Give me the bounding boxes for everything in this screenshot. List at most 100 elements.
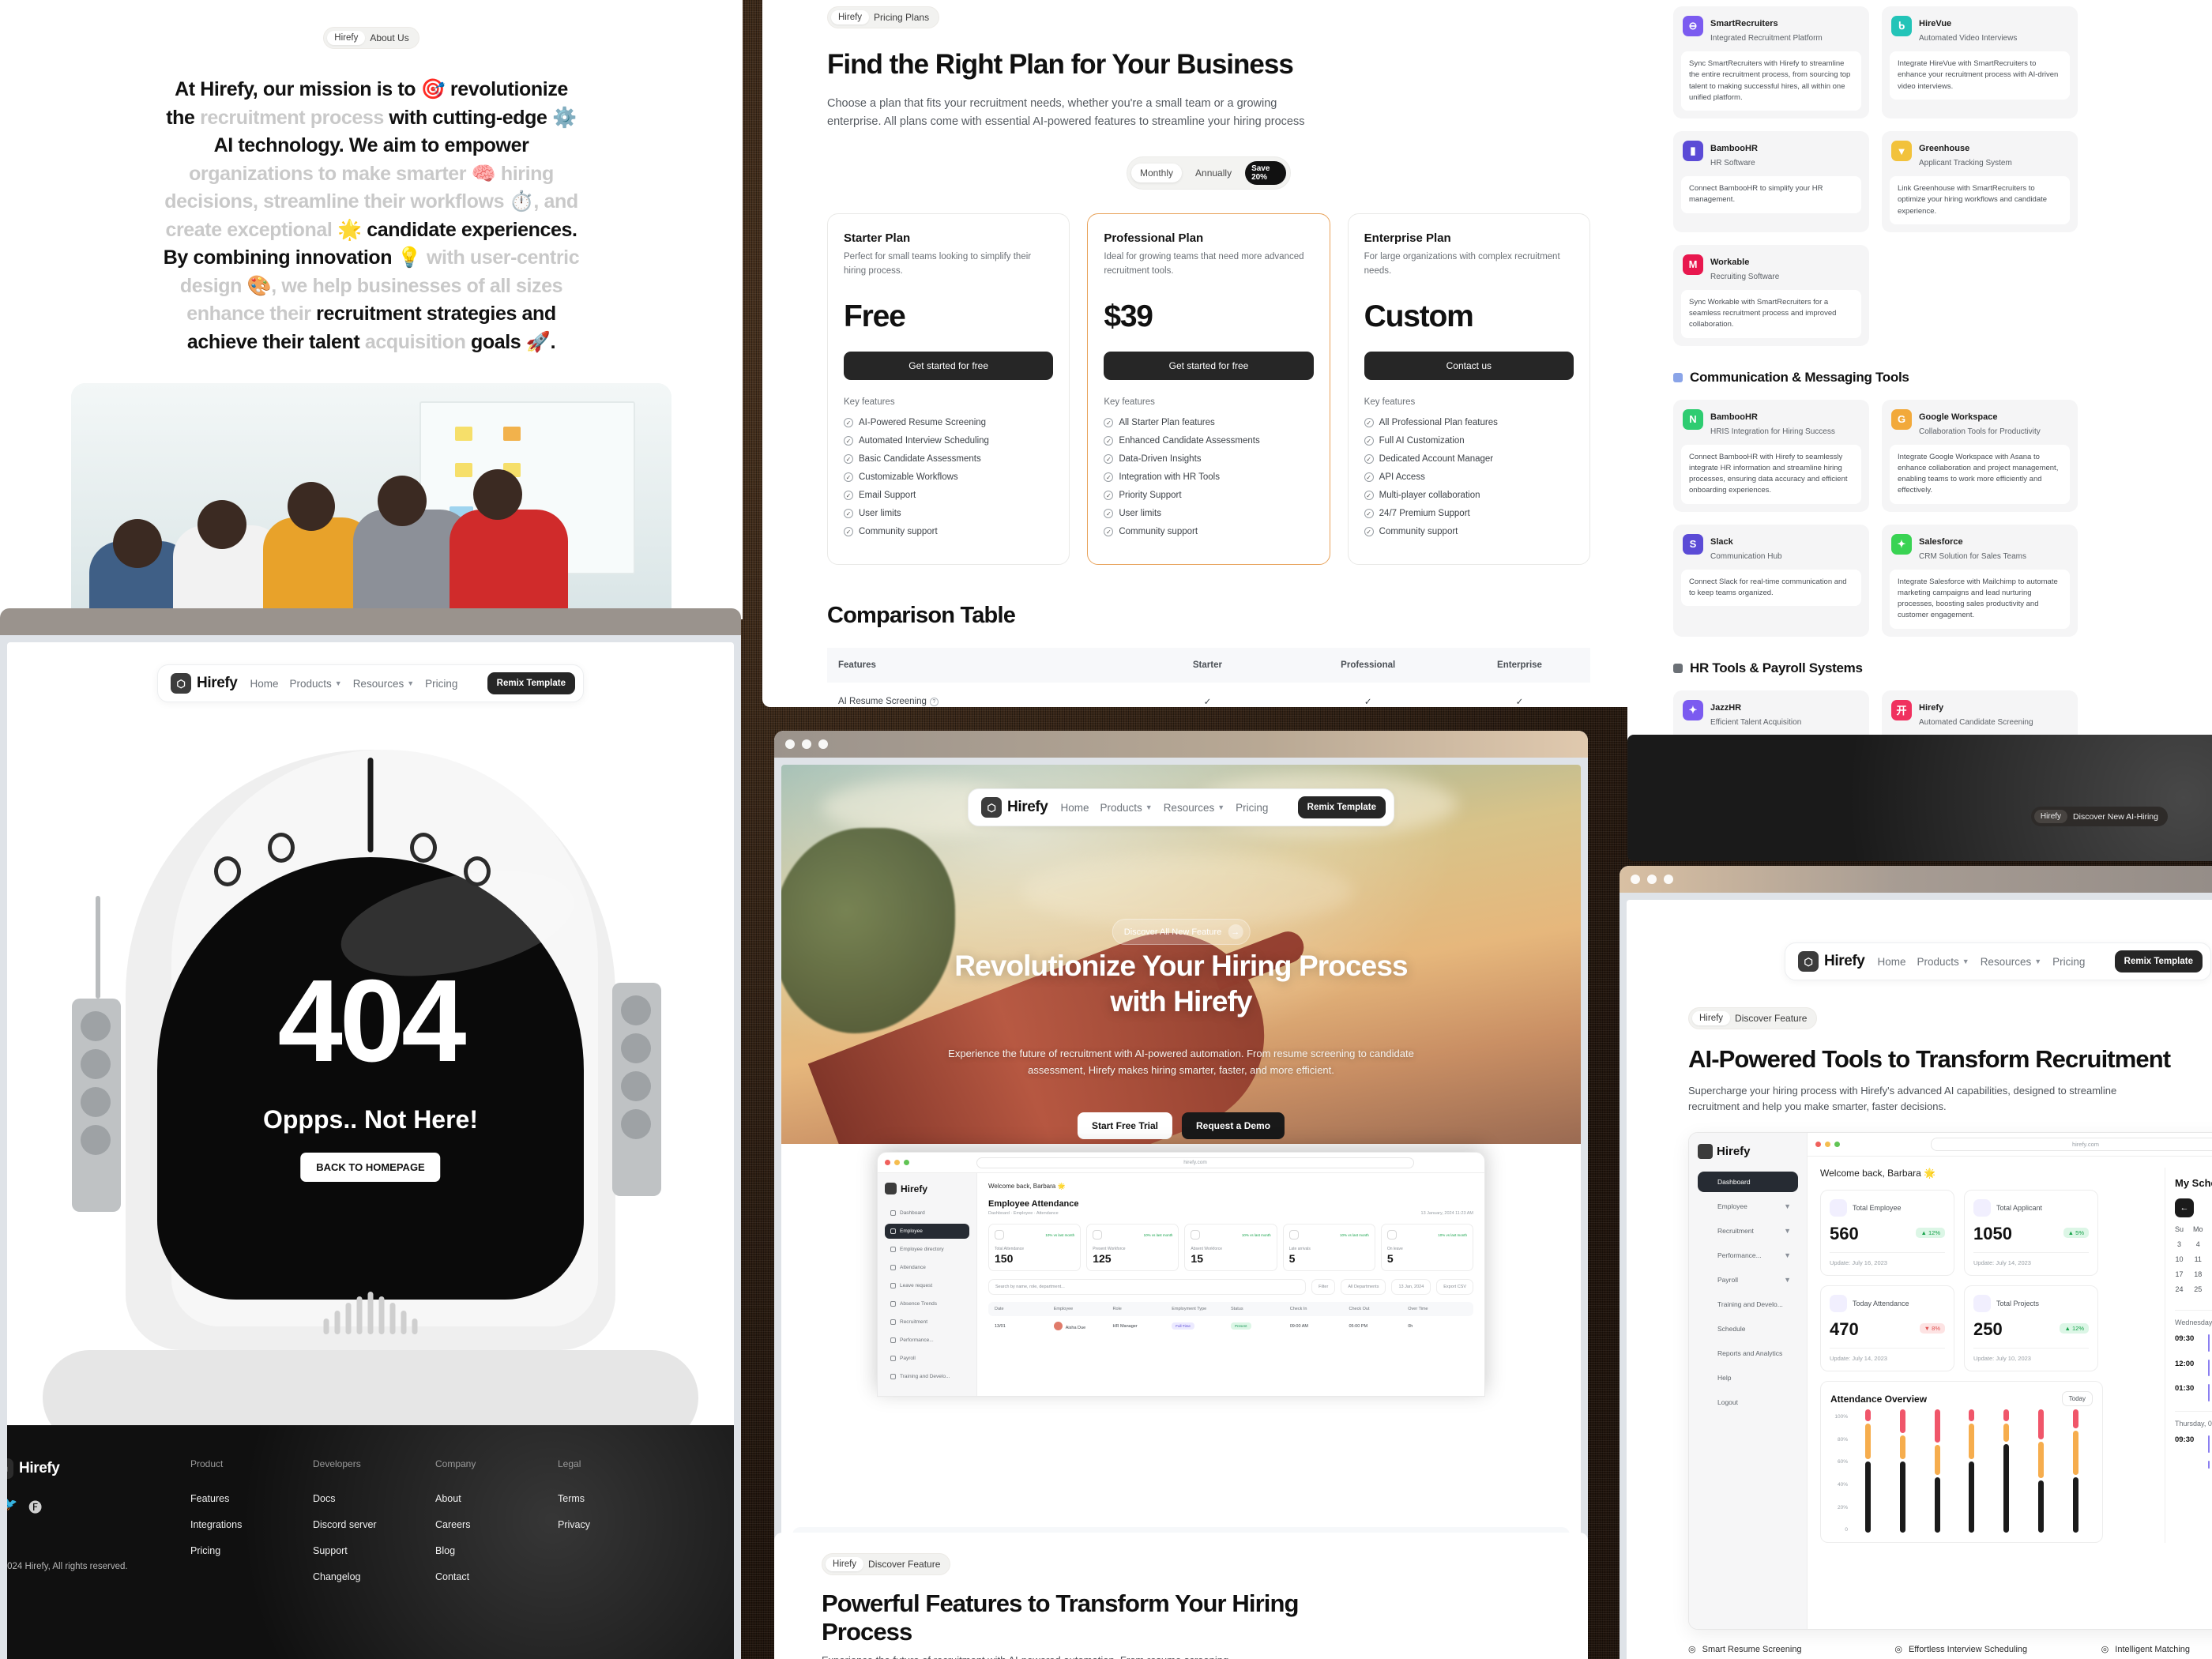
footer-link[interactable]: Docs (313, 1493, 435, 1504)
sidebar-item[interactable]: Schedule (1698, 1319, 1798, 1339)
sidebar-item[interactable]: Logout (1698, 1392, 1798, 1413)
address-bar[interactable]: hirefy.com (976, 1157, 1414, 1168)
footer-link[interactable]: Support (313, 1545, 435, 1556)
calendar-day[interactable]: 24 (2175, 1285, 2184, 1293)
brand-logo[interactable]: ⬡ Hirefy (981, 797, 1048, 818)
footer-logo[interactable]: ⬡ Hirefy (7, 1458, 190, 1479)
window-dot[interactable] (1647, 875, 1657, 884)
nav-link-products[interactable]: Products ▼ (289, 678, 341, 690)
nav-link-home[interactable]: Home (1877, 956, 1905, 968)
calendar-day[interactable]: 25 (2193, 1285, 2203, 1293)
discover-feature-button[interactable]: Discover All New Feature → (1112, 919, 1251, 945)
footer-link[interactable]: Blog (435, 1545, 558, 1556)
integration-card[interactable]: S Slack Communication Hub Connect Slack for… (1673, 524, 1869, 637)
sidebar-item[interactable]: Payroll ▼ (1698, 1270, 1798, 1290)
integration-card[interactable]: M Workable Recruiting Software Sync Workabl… (1673, 244, 1869, 346)
nav-link-home[interactable]: Home (1060, 802, 1089, 814)
sidebar-item[interactable]: Training and Develo... (1698, 1294, 1798, 1315)
billing-period-toggle[interactable]: Monthly Annually Save 20% (1127, 156, 1291, 190)
footer-link[interactable]: Privacy (558, 1519, 680, 1530)
mock-date-picker[interactable]: 13 Jan, 2024 (1391, 1279, 1431, 1295)
window-dot[interactable] (1664, 875, 1673, 884)
footer-link[interactable]: Terms (558, 1493, 680, 1504)
start-free-trial-button[interactable]: Start Free Trial (1077, 1112, 1173, 1139)
nav-link-products[interactable]: Products ▼ (1100, 802, 1152, 814)
window-dot[interactable] (785, 739, 795, 749)
schedule-event[interactable]: 09:30FrontendPractice (2175, 1435, 2212, 1453)
help-icon[interactable]: ? (929, 698, 939, 706)
nav-link-pricing[interactable]: Pricing (1236, 802, 1268, 814)
footer-link[interactable]: Contact (435, 1571, 558, 1582)
footer-link[interactable]: Changelog (313, 1571, 435, 1582)
chart-period-select[interactable]: Today (2061, 1391, 2093, 1407)
window-dot[interactable] (1815, 1142, 1821, 1148)
sidebar-item[interactable]: Employee (885, 1224, 969, 1239)
nav-link-resources[interactable]: Resources ▼ (1981, 956, 2041, 968)
toggle-monthly[interactable]: Monthly (1131, 164, 1183, 183)
sidebar-item[interactable]: Dashboard (885, 1206, 969, 1221)
sidebar-item[interactable]: Recruitment ▼ (1698, 1221, 1798, 1241)
sidebar-item[interactable]: Leave request (885, 1278, 969, 1293)
plan-cta-button[interactable]: Contact us (1364, 352, 1574, 380)
nav-link-resources[interactable]: Resources ▼ (1164, 802, 1224, 814)
window-dot[interactable] (885, 1160, 890, 1165)
nav-link-pricing[interactable]: Pricing (425, 678, 457, 690)
footer-link[interactable]: Careers (435, 1519, 558, 1530)
nav-link-resources[interactable]: Resources ▼ (353, 678, 414, 690)
remix-template-button[interactable]: Remix Template (2114, 950, 2203, 972)
mock-filter-button[interactable]: Filter (1311, 1279, 1336, 1295)
sidebar-item[interactable]: Reports and Analytics (1698, 1343, 1798, 1364)
remix-template-button[interactable]: Remix Template (487, 672, 575, 694)
schedule-event[interactable]: 01:30SalesFinal review (2175, 1384, 2212, 1402)
twitter-icon[interactable]: 🐦 (7, 1496, 17, 1516)
plan-cta-button[interactable]: Get started for free (1104, 352, 1314, 380)
sidebar-item[interactable]: Performance... ▼ (1698, 1245, 1798, 1266)
sidebar-item[interactable]: Training and Develo... (885, 1369, 969, 1384)
calendar-day[interactable]: 17 (2175, 1270, 2184, 1278)
nav-link-products[interactable]: Products ▼ (1917, 956, 1969, 968)
mock-export-button[interactable]: Export CSV (1436, 1279, 1473, 1295)
calendar-day[interactable]: 11 (2193, 1255, 2203, 1263)
sidebar-item[interactable]: Help (1698, 1367, 1798, 1388)
window-dot[interactable] (818, 739, 828, 749)
brand-logo[interactable]: ⬡ Hirefy (1798, 951, 1865, 972)
facebook-icon[interactable]: 🅕 (28, 1496, 42, 1516)
brand-logo[interactable]: ⬡ Hirefy (171, 673, 238, 694)
sidebar-item[interactable]: Performance... (885, 1333, 969, 1348)
ai-breadcrumb-pill[interactable]: Hirefy Discover Feature (1688, 1007, 1818, 1029)
window-dot[interactable] (802, 739, 811, 749)
footer-link[interactable]: Integrations (190, 1519, 313, 1530)
integration-card[interactable]: N BambooHR HRIS Integration for Hiring Suc… (1673, 399, 1869, 512)
calendar-day[interactable]: 4 (2193, 1240, 2203, 1248)
schedule-event[interactable]: 12:00MagazineResearch (2175, 1359, 2212, 1377)
features-breadcrumb-pill[interactable]: Hirefy Discover Feature (822, 1553, 951, 1575)
schedule-event[interactable]: React (2175, 1460, 2212, 1469)
window-dot[interactable] (1631, 875, 1640, 884)
window-dot[interactable] (1834, 1142, 1840, 1148)
request-demo-button[interactable]: Request a Demo (1182, 1112, 1285, 1139)
integration-card[interactable]: ✦ Salesforce CRM Solution for Sales Teams I… (1882, 524, 2078, 637)
calendar-prev-button[interactable]: ← (2175, 1198, 2194, 1218)
calendar-day[interactable]: 3 (2175, 1240, 2184, 1248)
back-to-homepage-button[interactable]: BACK TO HOMEPAGE (300, 1153, 441, 1182)
footer-link[interactable]: Discord server (313, 1519, 435, 1530)
calendar-day[interactable]: 18 (2193, 1270, 2203, 1278)
footer-link[interactable]: Pricing (190, 1545, 313, 1556)
calendar-day[interactable]: 10 (2175, 1255, 2184, 1263)
mock-search-input[interactable]: Search by name, role, department... (988, 1279, 1307, 1295)
sidebar-item[interactable]: Dashboard (1698, 1172, 1798, 1193)
window-dot[interactable] (904, 1160, 909, 1165)
sidebar-item[interactable]: Payroll (885, 1351, 969, 1366)
integration-card[interactable]: G Google Workspace Collaboration Tools for… (1882, 399, 2078, 512)
footer-link[interactable]: Features (190, 1493, 313, 1504)
mock-department-select[interactable]: All Departments (1341, 1279, 1386, 1295)
integration-card[interactable]: ▮ BambooHR HR Software Connect BambooHR to … (1673, 131, 1869, 232)
sidebar-item[interactable]: Employee directory (885, 1242, 969, 1257)
window-dot[interactable] (894, 1160, 900, 1165)
nav-link-home[interactable]: Home (250, 678, 278, 690)
window-dot[interactable] (1825, 1142, 1830, 1148)
schedule-event[interactable]: 09:30UI/UXPractice (2175, 1334, 2212, 1352)
pricing-breadcrumb-pill[interactable]: Hirefy Pricing Plans (827, 6, 940, 28)
remix-template-button[interactable]: Remix Template (1297, 796, 1386, 818)
about-breadcrumb-pill[interactable]: Hirefy About Us (323, 27, 419, 49)
